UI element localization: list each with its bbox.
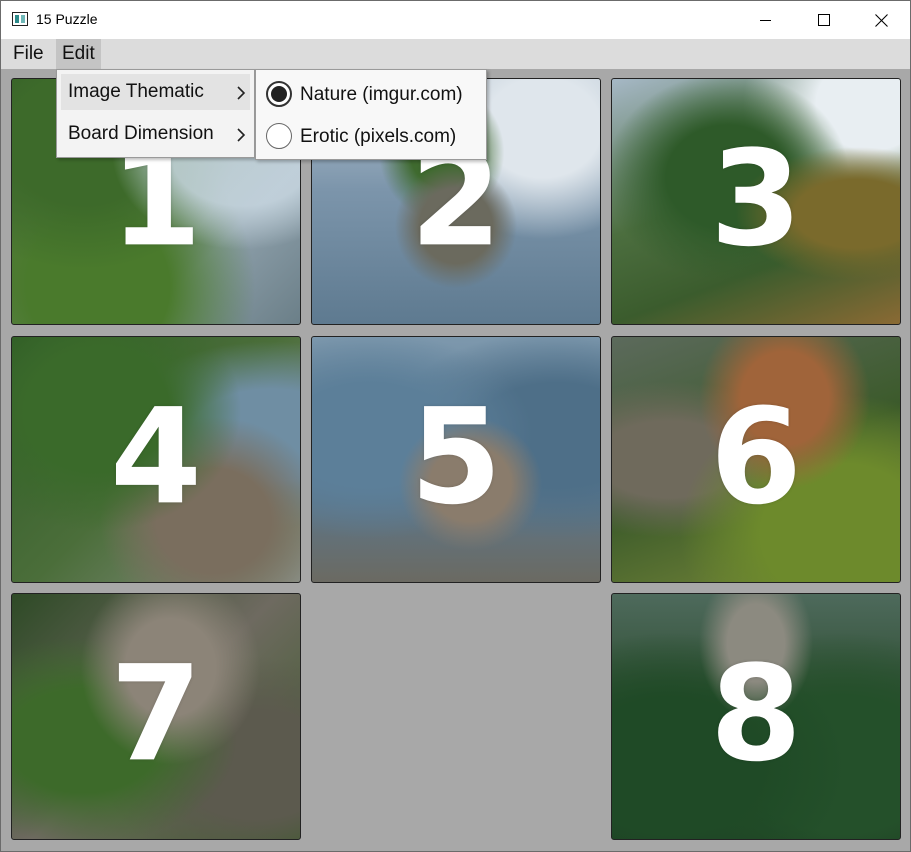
close-icon xyxy=(875,14,888,27)
menu-item-board-dimension[interactable]: Board Dimension xyxy=(61,116,250,152)
puzzle-tile-4[interactable]: 4 xyxy=(11,336,301,583)
puzzle-tile-7[interactable]: 7 xyxy=(11,593,301,840)
maximize-button[interactable] xyxy=(795,1,853,39)
window-title: 15 Puzzle xyxy=(36,11,98,27)
puzzle-tile-3[interactable]: 3 xyxy=(611,78,901,325)
tile-number: 8 xyxy=(710,636,802,791)
tile-number: 7 xyxy=(110,636,202,791)
close-button[interactable] xyxy=(853,1,910,39)
tile-number: 3 xyxy=(710,121,802,276)
app-window: 15 Puzzle File Edit 1 2 3 4 5 6 7 8 Imag… xyxy=(0,0,911,852)
radio-unchecked-icon[interactable] xyxy=(266,123,292,149)
menu-edit[interactable]: Edit xyxy=(56,39,101,69)
menu-bar: File Edit xyxy=(1,39,910,69)
image-thematic-submenu: Nature (imgur.com) Erotic (pixels.com) xyxy=(255,69,487,160)
tile-number: 5 xyxy=(410,379,502,534)
menu-item-image-thematic[interactable]: Image Thematic xyxy=(61,74,250,110)
tile-number: 6 xyxy=(710,379,802,534)
tile-number: 4 xyxy=(110,379,202,534)
puzzle-tile-6[interactable]: 6 xyxy=(611,336,901,583)
menu-file[interactable]: File xyxy=(7,39,50,69)
puzzle-tile-8[interactable]: 8 xyxy=(611,593,901,840)
option-label: Erotic (pixels.com) xyxy=(300,126,457,147)
minimize-button[interactable] xyxy=(737,1,795,39)
menu-item-label: Board Dimension xyxy=(68,123,214,144)
radio-checked-icon[interactable] xyxy=(266,81,292,107)
puzzle-tile-5[interactable]: 5 xyxy=(311,336,601,583)
puzzle-app-icon xyxy=(12,12,28,26)
chevron-right-icon xyxy=(237,128,246,142)
title-bar: 15 Puzzle xyxy=(1,1,910,39)
menu-item-label: Image Thematic xyxy=(68,81,204,102)
option-label: Nature (imgur.com) xyxy=(300,84,463,105)
chevron-right-icon xyxy=(237,86,246,100)
edit-menu-dropdown: Image Thematic Board Dimension xyxy=(56,69,255,158)
